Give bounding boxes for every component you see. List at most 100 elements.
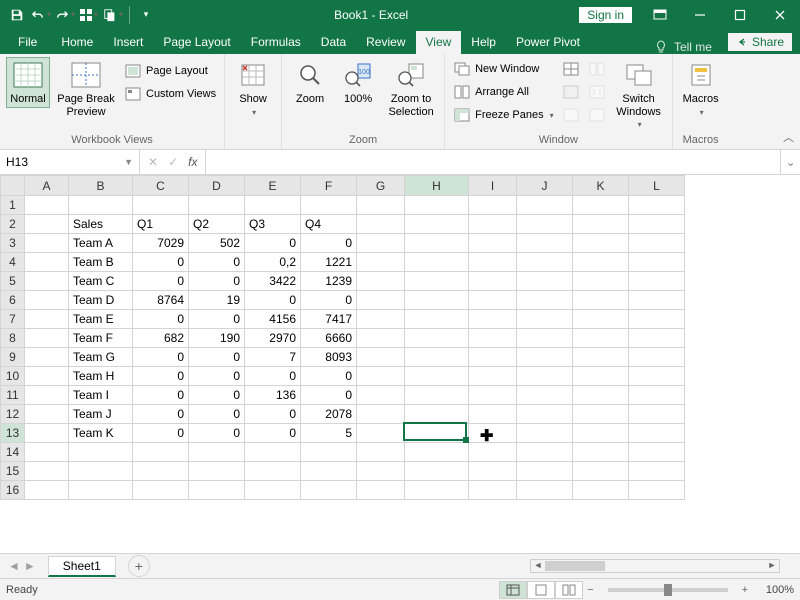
- cell-A1[interactable]: [25, 196, 69, 215]
- cell-I10[interactable]: [469, 367, 517, 386]
- cell-J10[interactable]: [517, 367, 573, 386]
- cell-L16[interactable]: [629, 481, 685, 500]
- cell-J1[interactable]: [517, 196, 573, 215]
- cell-A12[interactable]: [25, 405, 69, 424]
- cell-C13[interactable]: 0: [133, 424, 189, 443]
- cell-F3[interactable]: 0: [301, 234, 357, 253]
- cell-J6[interactable]: [517, 291, 573, 310]
- freeze-panes-button[interactable]: Freeze Panes: [451, 105, 556, 125]
- tell-me-search[interactable]: Tell me: [646, 40, 720, 54]
- row-header-10[interactable]: 10: [1, 367, 25, 386]
- enter-formula-icon[interactable]: ✓: [168, 155, 178, 169]
- cell-B13[interactable]: Team K: [69, 424, 133, 443]
- macros-button[interactable]: Macros: [679, 57, 723, 119]
- cell-H15[interactable]: [405, 462, 469, 481]
- cell-D12[interactable]: 0: [189, 405, 245, 424]
- cell-B15[interactable]: [69, 462, 133, 481]
- cell-D5[interactable]: 0: [189, 272, 245, 291]
- col-header-A[interactable]: A: [25, 176, 69, 196]
- reset-position-button[interactable]: [586, 105, 608, 125]
- cell-G13[interactable]: [357, 424, 405, 443]
- cell-D10[interactable]: 0: [189, 367, 245, 386]
- sheet-nav-prev-icon[interactable]: ◄: [8, 559, 20, 573]
- cell-E13[interactable]: 0: [245, 424, 301, 443]
- show-button[interactable]: Show: [231, 57, 275, 119]
- cell-C4[interactable]: 0: [133, 253, 189, 272]
- cell-L13[interactable]: [629, 424, 685, 443]
- ribbon-display-options-icon[interactable]: [640, 0, 680, 29]
- cell-H10[interactable]: [405, 367, 469, 386]
- row-header-2[interactable]: 2: [1, 215, 25, 234]
- cell-K8[interactable]: [573, 329, 629, 348]
- zoom-slider[interactable]: [608, 588, 728, 592]
- cell-E14[interactable]: [245, 443, 301, 462]
- cell-C14[interactable]: [133, 443, 189, 462]
- cell-K14[interactable]: [573, 443, 629, 462]
- sheet-tab-sheet1[interactable]: Sheet1: [48, 556, 116, 577]
- row-header-6[interactable]: 6: [1, 291, 25, 310]
- cell-B8[interactable]: Team F: [69, 329, 133, 348]
- cell-D2[interactable]: Q2: [189, 215, 245, 234]
- row-header-12[interactable]: 12: [1, 405, 25, 424]
- cell-A5[interactable]: [25, 272, 69, 291]
- cell-E9[interactable]: 7: [245, 348, 301, 367]
- cell-B1[interactable]: [69, 196, 133, 215]
- tab-help[interactable]: Help: [461, 31, 506, 54]
- cell-B10[interactable]: Team H: [69, 367, 133, 386]
- tab-page-layout[interactable]: Page Layout: [153, 31, 240, 54]
- qat-grid-icon[interactable]: [78, 4, 100, 26]
- cell-C7[interactable]: 0: [133, 310, 189, 329]
- cell-K3[interactable]: [573, 234, 629, 253]
- cell-F2[interactable]: Q4: [301, 215, 357, 234]
- cell-F8[interactable]: 6660: [301, 329, 357, 348]
- cell-B4[interactable]: Team B: [69, 253, 133, 272]
- cell-A16[interactable]: [25, 481, 69, 500]
- cell-G4[interactable]: [357, 253, 405, 272]
- cell-D15[interactable]: [189, 462, 245, 481]
- cell-G11[interactable]: [357, 386, 405, 405]
- row-header-14[interactable]: 14: [1, 443, 25, 462]
- unhide-button[interactable]: [560, 105, 582, 125]
- cell-C8[interactable]: 682: [133, 329, 189, 348]
- cell-H2[interactable]: [405, 215, 469, 234]
- cell-I11[interactable]: [469, 386, 517, 405]
- tab-review[interactable]: Review: [356, 31, 415, 54]
- cell-L12[interactable]: [629, 405, 685, 424]
- status-page-layout-icon[interactable]: [527, 581, 555, 599]
- zoom-slider-knob[interactable]: [664, 584, 672, 596]
- cell-I7[interactable]: [469, 310, 517, 329]
- cell-B6[interactable]: Team D: [69, 291, 133, 310]
- qat-copy-icon[interactable]: [102, 4, 124, 26]
- cell-F6[interactable]: 0: [301, 291, 357, 310]
- cell-K5[interactable]: [573, 272, 629, 291]
- save-icon[interactable]: [6, 4, 28, 26]
- cell-C15[interactable]: [133, 462, 189, 481]
- cell-A9[interactable]: [25, 348, 69, 367]
- cell-G9[interactable]: [357, 348, 405, 367]
- cell-H14[interactable]: [405, 443, 469, 462]
- name-box[interactable]: ▼: [0, 150, 140, 174]
- cancel-formula-icon[interactable]: ✕: [148, 155, 158, 169]
- cell-I12[interactable]: [469, 405, 517, 424]
- zoom-to-selection-button[interactable]: Zoom to Selection: [384, 57, 438, 120]
- cell-F15[interactable]: [301, 462, 357, 481]
- col-header-J[interactable]: J: [517, 176, 573, 196]
- cell-G12[interactable]: [357, 405, 405, 424]
- col-header-L[interactable]: L: [629, 176, 685, 196]
- cell-E12[interactable]: 0: [245, 405, 301, 424]
- cell-E5[interactable]: 3422: [245, 272, 301, 291]
- cell-A2[interactable]: [25, 215, 69, 234]
- cell-F13[interactable]: 5: [301, 424, 357, 443]
- cell-I16[interactable]: [469, 481, 517, 500]
- cell-E8[interactable]: 2970: [245, 329, 301, 348]
- cell-A15[interactable]: [25, 462, 69, 481]
- cell-I5[interactable]: [469, 272, 517, 291]
- qat-customize-icon[interactable]: ▾: [135, 4, 157, 26]
- cell-F12[interactable]: 2078: [301, 405, 357, 424]
- cell-J2[interactable]: [517, 215, 573, 234]
- cell-G1[interactable]: [357, 196, 405, 215]
- cell-J9[interactable]: [517, 348, 573, 367]
- cell-G3[interactable]: [357, 234, 405, 253]
- split-button[interactable]: [560, 59, 582, 79]
- zoom-out-button[interactable]: −: [583, 584, 597, 596]
